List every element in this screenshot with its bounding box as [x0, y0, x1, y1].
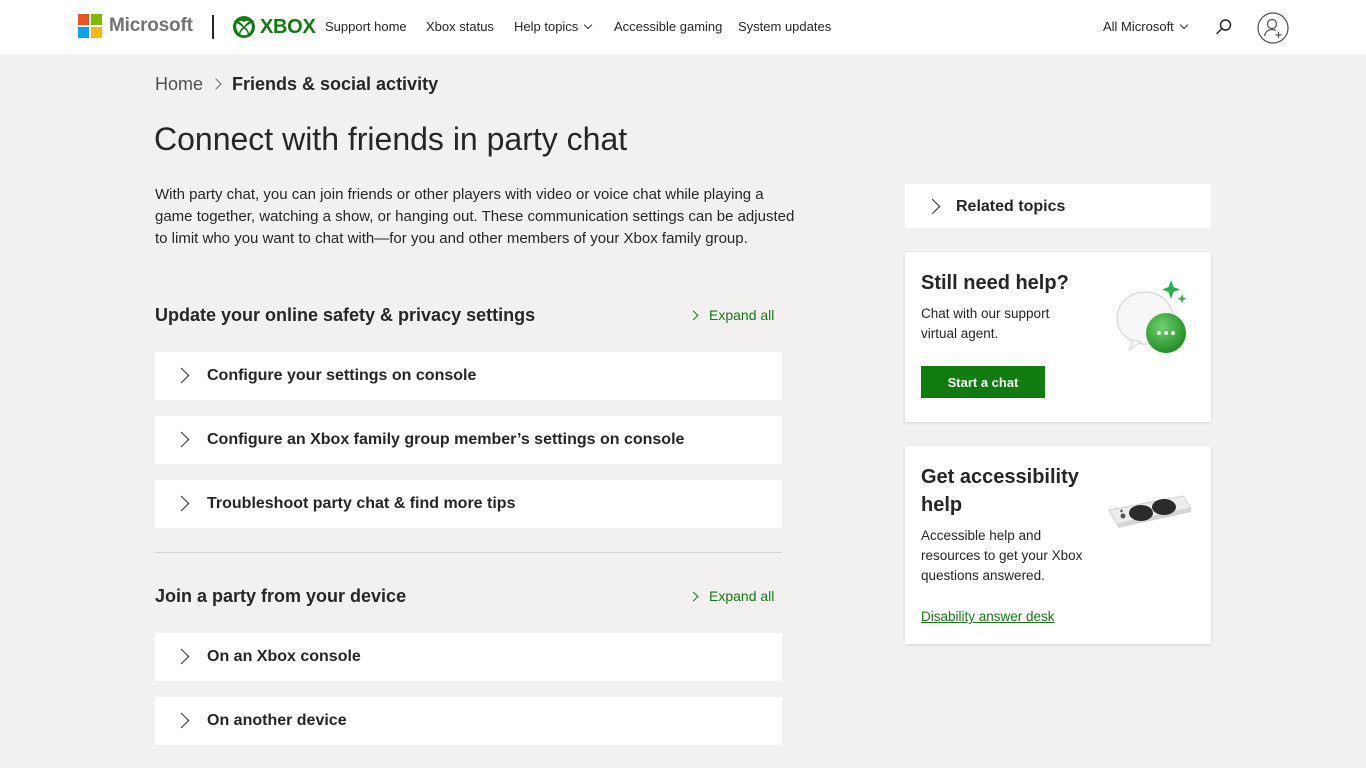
nav-xbox-status[interactable]: Xbox status: [426, 19, 494, 34]
adaptive-controller-icon: [1108, 495, 1192, 528]
still-need-help-card: Still need help? Chat with our support v…: [905, 252, 1211, 422]
accordion-item[interactable]: Troubleshoot party chat & find more tips: [155, 480, 782, 528]
chevron-right-icon: [688, 591, 699, 601]
accordion-item-label: On an Xbox console: [207, 648, 361, 665]
microsoft-logo[interactable]: Microsoft: [78, 14, 193, 38]
breadcrumb-home[interactable]: Home: [155, 74, 203, 95]
all-microsoft-label: All Microsoft: [1103, 19, 1174, 34]
chevron-right-icon: [173, 648, 190, 665]
chevron-down-icon: [584, 20, 593, 30]
expand-all-label: Expand all: [709, 307, 775, 323]
all-microsoft-menu[interactable]: All Microsoft: [1103, 19, 1189, 34]
related-topics-label: Related topics: [956, 198, 1066, 215]
start-chat-button[interactable]: Start a chat: [921, 366, 1045, 398]
nav-support-home[interactable]: Support home: [325, 19, 407, 34]
nav-system-updates[interactable]: System updates: [738, 19, 831, 34]
chevron-right-icon: [688, 310, 699, 320]
nav-accessible-gaming[interactable]: Accessible gaming: [614, 19, 722, 34]
microsoft-wordmark: Microsoft: [109, 15, 193, 36]
disability-answer-desk-link[interactable]: Disability answer desk: [921, 609, 1055, 624]
chevron-right-icon: [173, 495, 190, 512]
expand-all-button[interactable]: Expand all: [688, 588, 775, 604]
access-card-title-line: help: [921, 494, 963, 516]
accordion-item[interactable]: On an Xbox console: [155, 633, 782, 681]
breadcrumb-current[interactable]: Friends & social activity: [232, 74, 438, 95]
accordion-item[interactable]: Configure your settings on console: [155, 352, 782, 400]
accordion-item-label: On another device: [207, 712, 347, 729]
chevron-right-icon: [924, 198, 941, 215]
accessibility-help-card: Get accessibility help Accessible help a…: [905, 446, 1211, 644]
header-divider: [212, 15, 214, 39]
help-card-title: Still need help?: [921, 272, 1069, 294]
xbox-logo[interactable]: XBOX: [232, 15, 316, 39]
chevron-down-icon: [1179, 20, 1189, 30]
accordion-item-label: Troubleshoot party chat & find more tips: [207, 495, 516, 512]
section-divider: [155, 552, 782, 553]
section-heading-safety: Update your online safety & privacy sett…: [155, 305, 536, 325]
expand-all-label: Expand all: [709, 588, 775, 604]
intro-paragraph: With party chat, you can join friends or…: [155, 186, 795, 247]
chevron-right-icon: [173, 367, 190, 384]
xbox-sphere-icon: [233, 16, 255, 38]
access-card-text-line: resources to get your Xbox: [921, 548, 1083, 563]
nav-help-topics-label: Help topics: [514, 19, 579, 34]
microsoft-squares-icon: [78, 14, 102, 38]
page-title: Connect with friends in party chat: [154, 121, 628, 157]
accordion-item-label: Configure your settings on console: [207, 367, 477, 384]
chevron-right-icon: [173, 431, 190, 448]
related-topics-toggle[interactable]: Related topics: [905, 184, 1211, 228]
search-icon[interactable]: [1215, 18, 1233, 36]
access-card-title-line: Get accessibility: [921, 466, 1079, 488]
help-card-text-line: Chat with our support: [921, 306, 1050, 321]
xbox-wordmark: XBOX: [260, 15, 316, 38]
accordion-item[interactable]: On another device: [155, 697, 782, 745]
accordion-item[interactable]: Configure an Xbox family group member’s …: [155, 416, 782, 464]
chat-bubbles-icon: [1116, 280, 1187, 353]
chevron-right-icon: [173, 712, 190, 729]
account-avatar-icon[interactable]: [1257, 12, 1289, 44]
help-card-text-line: virtual agent.: [921, 326, 999, 341]
access-card-text-line: Accessible help and: [921, 528, 1042, 543]
top-navigation-bar: Microsoft XBOX Support home Xbox status …: [0, 0, 1366, 54]
chevron-right-icon: [210, 78, 222, 90]
accordion-item-label: Configure an Xbox family group member’s …: [207, 431, 685, 448]
section-heading-join-party: Join a party from your device: [155, 586, 407, 606]
access-card-text-line: questions answered.: [921, 568, 1045, 583]
nav-help-topics[interactable]: Help topics: [514, 19, 593, 34]
expand-all-button[interactable]: Expand all: [688, 307, 775, 323]
